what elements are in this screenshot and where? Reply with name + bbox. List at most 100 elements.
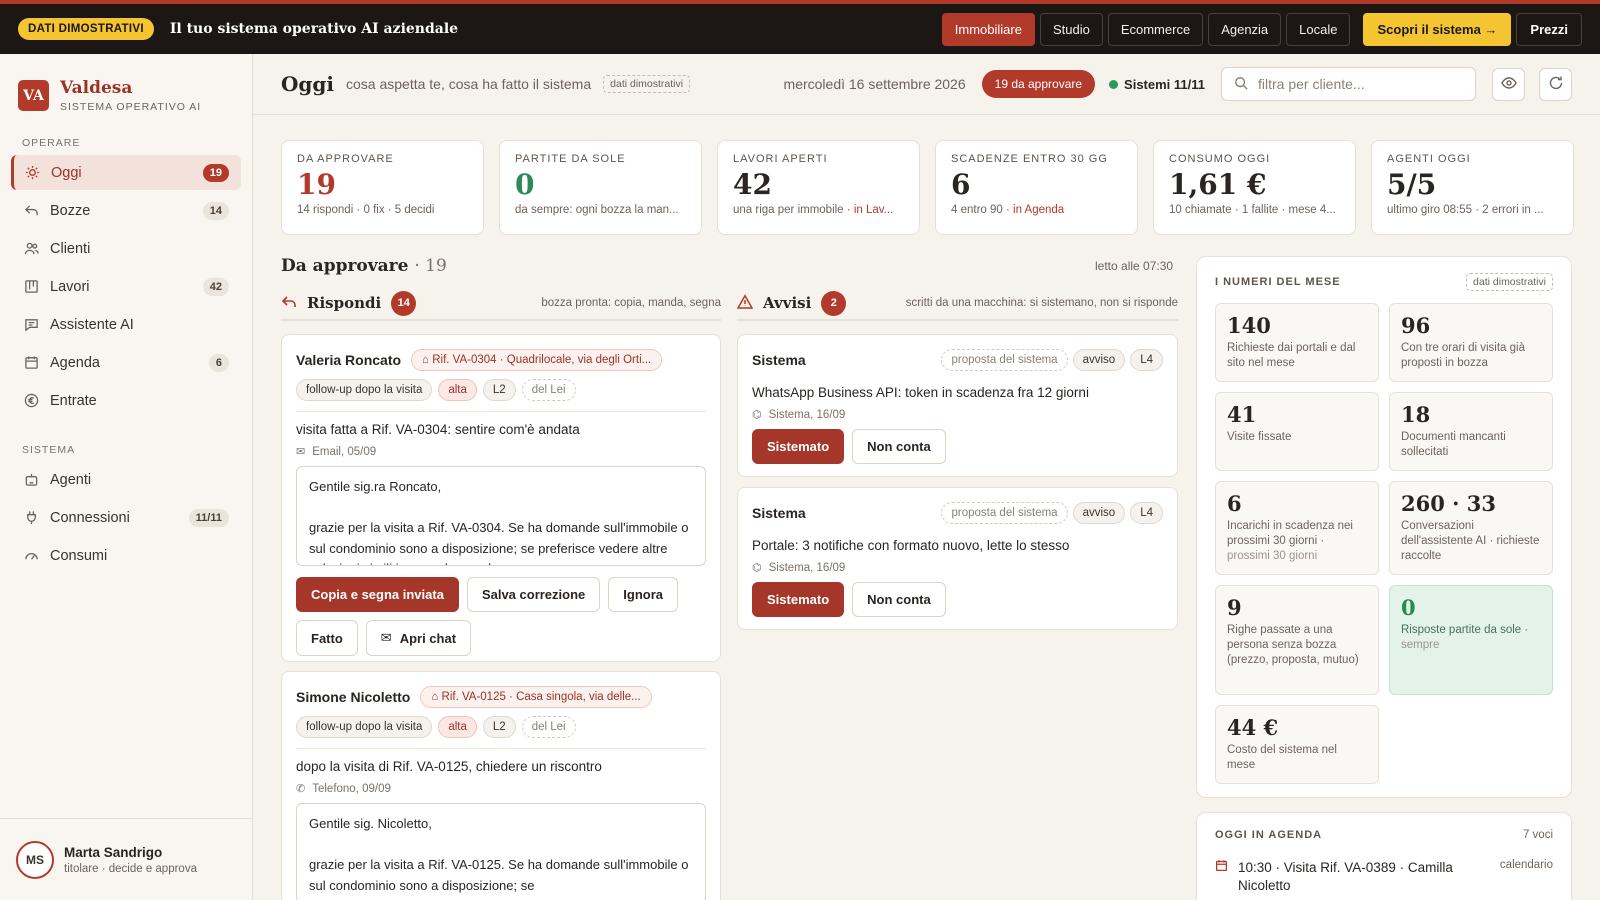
property-ref[interactable]: ⌂ Rif. VA-0304 · Quadrilocale, via degli… [411, 349, 663, 371]
stat-card: 18 Documenti mancanti sollecitati [1389, 392, 1553, 471]
tab-agenzia[interactable]: Agenzia [1208, 12, 1282, 46]
draft-textarea[interactable]: Gentile sig. Nicoletto, grazie per la vi… [296, 803, 706, 900]
copy-mark-sent-button[interactable]: Copia e segna inviata [296, 577, 459, 612]
task-text: dopo la visita di Rif. VA-0125, chiedere… [296, 759, 602, 774]
sidebar-item-entrate[interactable]: Entrate [11, 383, 241, 418]
resolved-button[interactable]: Sistemato [752, 429, 845, 464]
refresh-button[interactable] [1539, 67, 1572, 101]
discover-button[interactable]: Scopri il sistema → [1363, 12, 1512, 46]
resolved-button[interactable]: Sistemato [752, 582, 845, 617]
type-chip: avviso [1072, 502, 1126, 524]
kpi-partite-da-sole[interactable]: PARTITE DA SOLE 0 da sempre: ogni bozza … [499, 140, 702, 235]
kpi-da-approvare[interactable]: DA APPROVARE 19 14 rispondi · 0 fix · 5 … [281, 140, 484, 235]
sidebar-item-bozze[interactable]: Bozze 14 [11, 193, 241, 228]
sidebar-item-oggi[interactable]: Oggi 19 [11, 155, 241, 190]
sidebar-item-label: Oggi [51, 164, 82, 181]
sidebar-item-agenti[interactable]: Agenti [11, 462, 241, 497]
refresh-icon [1548, 75, 1564, 94]
agenda-row[interactable]: 10:30 · Visita Rif. VA-0389 · Camilla Ni… [1215, 859, 1553, 895]
kpi-desc: ultimo giro 08:55 · 2 errori in ... [1387, 204, 1558, 216]
sidebar-item-label: Assistente AI [50, 316, 134, 333]
avvisi-hint: scritti da una macchina: si sistemano, n… [905, 297, 1178, 309]
stat-value: 0 [1401, 595, 1416, 620]
panel-title: I NUMERI DEL MESE [1215, 276, 1341, 288]
priority-chip: alta [438, 716, 477, 738]
kpi-agenti[interactable]: AGENTI OGGI 5/5 ultimo giro 08:55 · 2 er… [1371, 140, 1574, 235]
property-ref-text: Rif. VA-0304 · Quadrilocale, via degli O… [432, 354, 652, 366]
stat-card: 41 Visite fissate [1215, 392, 1379, 471]
search-box[interactable] [1221, 67, 1476, 101]
eye-button[interactable] [1492, 67, 1525, 101]
search-input[interactable] [1258, 76, 1458, 92]
tab-immobiliare[interactable]: Immobiliare [941, 12, 1035, 46]
logo: VA [18, 80, 49, 111]
property-ref[interactable]: ⌂ Rif. VA-0125 · Casa singola, via delle… [420, 686, 652, 708]
not-relevant-button[interactable]: Non conta [852, 429, 946, 464]
stat-label: Con tre orari di visita già proposti in … [1401, 342, 1525, 369]
reply-card: Valeria Roncato ⌂ Rif. VA-0304 · Quadril… [281, 334, 721, 662]
client-name[interactable]: Simone Nicoletto [296, 689, 410, 705]
section-title: Da approvare · 19 [281, 256, 447, 276]
sidebar-item-clienti[interactable]: Clienti [11, 231, 241, 266]
euro-icon [23, 393, 39, 409]
sidebar-item-label: Bozze [50, 202, 91, 219]
kpi-lavori-aperti[interactable]: LAVORI APERTI 42 una riga per immobile ·… [717, 140, 920, 235]
calendar-icon [1215, 859, 1228, 895]
sidebar: VA Valdesa SISTEMA OPERATIVO AI OPERARE … [0, 54, 253, 900]
current-date: mercoledì 16 settembre 2026 [783, 76, 966, 92]
type-chip: follow-up dopo la visita [296, 379, 433, 401]
stat-value: 44 € [1227, 715, 1279, 740]
level-chip: L2 [482, 379, 516, 401]
kpi-link[interactable]: in Agenda [1013, 204, 1064, 216]
read-at: letto alle 07:30 [1095, 259, 1174, 273]
stat-label: Risposte partite da sole · [1401, 624, 1529, 636]
stat-value: 140 [1227, 313, 1271, 338]
user-profile[interactable]: MS Marta Sandrigo titolare · decide e ap… [0, 818, 253, 900]
sidebar-item-connessioni[interactable]: Connessioni 11/11 [11, 500, 241, 535]
sidebar-item-consumi[interactable]: Consumi [11, 538, 241, 573]
page-title: Oggi [281, 72, 334, 96]
sidebar-item-assistente[interactable]: Assistente AI [11, 307, 241, 342]
not-relevant-button[interactable]: Non conta [852, 582, 946, 617]
sidebar-item-agenda[interactable]: Agenda 6 [11, 345, 241, 380]
stat-card: 6 Incarichi in scadenza nei prossimi 30 g… [1215, 481, 1379, 575]
sector-nav: Immobiliare Studio Ecommerce Agenzia Loc… [941, 12, 1582, 46]
stat-label: Richieste dai portali e dal sito nel mes… [1227, 342, 1356, 369]
sidebar-item-lavori[interactable]: Lavori 42 [11, 269, 241, 304]
alert-card: Sistema proposta del sistema avviso L4 W… [737, 334, 1178, 477]
stat-label: Costo del sistema nel mese [1227, 744, 1337, 771]
pending-badge[interactable]: 19 da approvare [981, 70, 1096, 98]
save-correction-button[interactable]: Salva correzione [466, 577, 601, 612]
ignore-button[interactable]: Ignora [608, 577, 678, 612]
kpi-link[interactable]: in Lav... [854, 204, 893, 216]
kpi-desc-text: da sempre: ogni bozza la man... [515, 204, 679, 216]
prices-button[interactable]: Prezzi [1516, 12, 1582, 46]
systems-status[interactable]: Sistemi 11/11 [1109, 77, 1205, 92]
rispondi-title: Rispondi [307, 294, 382, 312]
done-button[interactable]: Fatto [296, 620, 358, 656]
open-chat-button[interactable]: ✉ Apri chat [365, 620, 472, 656]
draft-textarea[interactable]: Gentile sig.ra Roncato, grazie per la vi… [296, 466, 706, 566]
level-chip: L2 [482, 716, 516, 738]
brand[interactable]: VA Valdesa SISTEMA OPERATIVO AI [0, 54, 252, 113]
kpi-scadenze[interactable]: SCADENZE ENTRO 30 GG 6 4 entro 90 · in A… [935, 140, 1138, 235]
kpi-consumo[interactable]: CONSUMO OGGI 1,61 € 10 chiamate · 1 fall… [1153, 140, 1356, 235]
tab-ecommerce[interactable]: Ecommerce [1107, 12, 1204, 46]
kpi-value: 5/5 [1387, 168, 1437, 201]
avatar: MS [16, 840, 54, 879]
tab-studio[interactable]: Studio [1039, 12, 1103, 46]
rispondi-hint: bozza pronta: copia, manda, segna [541, 297, 721, 309]
client-name[interactable]: Valeria Roncato [296, 352, 401, 368]
agenda-panel: OGGI IN AGENDA 7 voci 10:30 · Visita Rif.… [1196, 812, 1572, 900]
stat-label: Conversazioni dell'assistente AI · richi… [1401, 520, 1540, 562]
alert-meta: Sistema, 16/09 [768, 561, 846, 574]
task-text: visita fatta a Rif. VA-0304: sentire com… [296, 422, 580, 437]
sidebar-item-label: Consumi [50, 547, 108, 564]
tab-locale[interactable]: Locale [1286, 12, 1351, 46]
kpi-label: CONSUMO OGGI [1169, 153, 1271, 165]
kpi-desc: 10 chiamate · 1 fallite · mese 4... [1169, 204, 1340, 216]
sidebar-item-label: Entrate [50, 392, 97, 409]
robot-icon: ⌬ [752, 562, 762, 574]
channel-meta: Email, 05/09 [312, 445, 377, 458]
type-chip: avviso [1072, 349, 1126, 371]
